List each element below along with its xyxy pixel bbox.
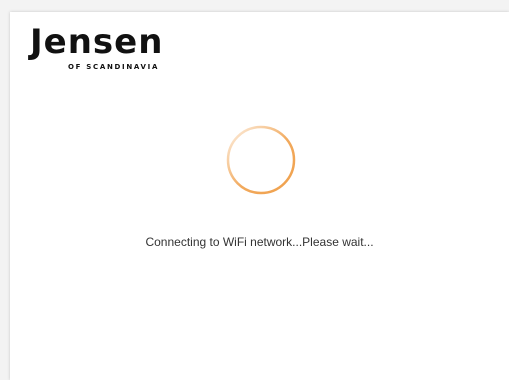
- logo-tagline: OF SCANDINAVIA: [68, 63, 160, 71]
- spinner-graphic: [226, 125, 296, 195]
- brand-logo: Jensen OF SCANDINAVIA: [30, 25, 200, 71]
- loading-spinner-icon: [225, 124, 297, 196]
- setup-panel: Jensen OF SCANDINAVIA Connecting to WiFi…: [10, 12, 509, 380]
- connection-status-text: Connecting to WiFi network...Please wait…: [145, 235, 374, 249]
- logo-brand-text: Jensen: [30, 22, 164, 62]
